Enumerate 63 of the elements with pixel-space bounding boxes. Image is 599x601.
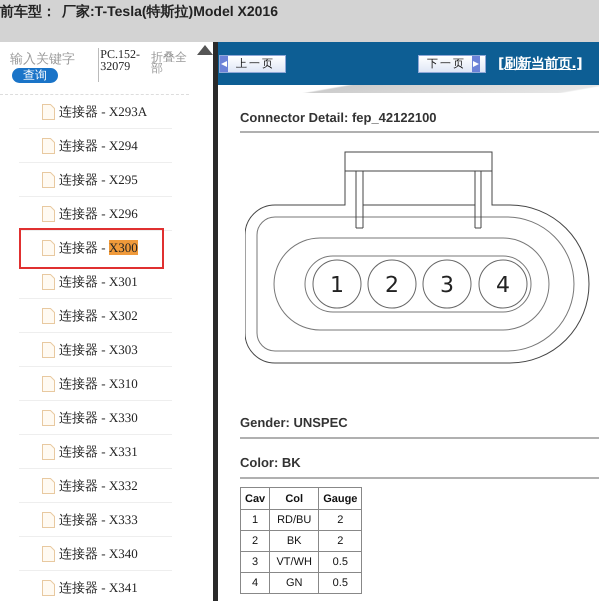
document-icon [41, 410, 55, 426]
table-cell: 3 [240, 552, 270, 572]
connector-link[interactable]: 连接器 - X296 [59, 204, 138, 222]
previous-page-button[interactable]: 上一页 [219, 54, 286, 72]
connector-link[interactable]: 连接器 - X330 [59, 408, 138, 426]
document-icon [41, 104, 55, 120]
table-cell: 2 [240, 530, 270, 552]
connector-link[interactable]: 连接器 - X294 [59, 136, 138, 154]
pin-label: 3 [422, 260, 472, 308]
pin-label: 1 [312, 260, 362, 308]
table-cell: 0.5 [318, 572, 362, 594]
document-icon [41, 376, 55, 392]
vehicle-label: 前车型： [0, 3, 56, 21]
column-header: Gauge [318, 488, 362, 510]
right-arrow-icon [473, 60, 479, 66]
keyword-field[interactable]: 输入关键字 [10, 50, 94, 68]
column-header: Cav [240, 488, 270, 510]
table-cell: RD/BU [270, 510, 319, 530]
connector-link[interactable]: 连接器 - X302 [59, 306, 138, 324]
document-icon [41, 342, 55, 358]
document-icon [41, 580, 55, 596]
gender-label: Gender: UNSPEC [240, 399, 599, 439]
search-button[interactable]: 查询 [12, 68, 58, 83]
connector-heading: Connector Detail: fep_42122100 [240, 103, 599, 133]
left-arrow-icon [221, 60, 227, 66]
connector-link[interactable]: 连接器 - X301 [59, 272, 138, 290]
pin-label: 4 [478, 260, 528, 308]
connector-link[interactable]: 连接器 - X331 [59, 442, 138, 460]
table-cell: 2 [318, 530, 362, 552]
connector-link[interactable]: 连接器 - X341 [59, 578, 138, 596]
connector-link[interactable]: 连接器 - X340 [59, 544, 138, 562]
scroll-up-icon[interactable] [197, 45, 213, 55]
table-cell: 4 [240, 572, 270, 594]
table-cell: 2 [318, 510, 362, 530]
document-icon [41, 240, 55, 256]
table-cell: GN [270, 572, 319, 594]
connector-link[interactable]: 连接器 - X332 [59, 476, 138, 494]
document-icon [41, 478, 55, 494]
document-icon [41, 546, 55, 562]
table-cell: VT/WH [270, 552, 319, 572]
pin-label: 2 [368, 260, 416, 308]
table-cell: 0.5 [318, 552, 362, 572]
connector-link[interactable]: 连接器 - X295 [59, 170, 138, 188]
color-label: Color: BK [240, 439, 599, 479]
document-icon [41, 308, 55, 324]
document-icon [41, 444, 55, 460]
document-icon [41, 274, 55, 290]
part-code: PC.152-32079 [98, 48, 140, 82]
document-icon [41, 206, 55, 222]
next-page-button[interactable]: 下一页 [418, 54, 486, 72]
refresh-page-link[interactable]: [刷新当前页.] [498, 54, 582, 72]
connector-link[interactable]: 连接器 - X300 [59, 239, 138, 257]
document-icon [41, 172, 55, 188]
table-cell: 1 [240, 510, 270, 530]
column-header: Col [270, 488, 319, 510]
connector-link[interactable]: 连接器 - X333 [59, 510, 138, 528]
vehicle-model: 厂家:T-Tesla(特斯拉)Model X2016 [62, 3, 278, 21]
connector-link[interactable]: 连接器 - X293A [59, 102, 148, 120]
document-icon [41, 512, 55, 528]
connector-link[interactable]: 连接器 - X310 [59, 374, 138, 392]
table-cell: BK [270, 530, 319, 552]
connector-link[interactable]: 连接器 - X303 [59, 340, 138, 358]
document-icon [41, 138, 55, 154]
